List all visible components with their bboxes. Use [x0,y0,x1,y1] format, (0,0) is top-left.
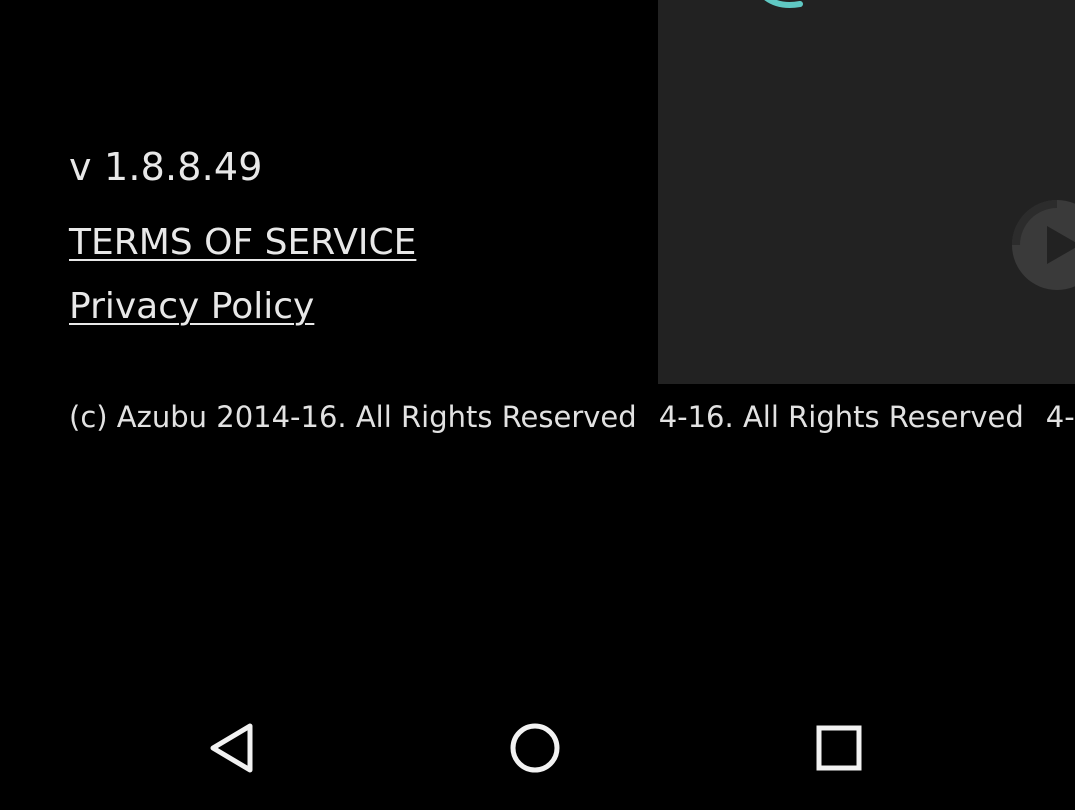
about-screen: v 1.8.8.49 TERMS OF SERVICE Privacy Poli… [0,0,1075,810]
privacy-policy-link[interactable]: Privacy Policy [69,286,314,327]
preview-graphic [764,0,803,8]
system-navigation-bar [0,690,1075,810]
copyright-text: (c) Azubu 2014-16. All Rights Reserved [69,400,637,434]
logo-arc-icon [764,0,803,8]
app-version: v 1.8.8.49 [69,145,263,189]
home-icon[interactable] [505,718,565,778]
back-icon[interactable] [203,718,263,778]
play-icon[interactable] [1010,198,1075,292]
copyright-text-repeat: 4-16. All Rights Reserved [658,400,1024,434]
recent-apps-icon[interactable] [808,718,868,778]
copyright-marquee: (c) Azubu 2014-16. All Rights Reserved 4-… [69,400,1075,440]
video-preview-panel[interactable] [658,0,1075,384]
terms-of-service-link[interactable]: TERMS OF SERVICE [69,222,416,263]
copyright-text-repeat-2: 4-1 [1045,400,1075,434]
